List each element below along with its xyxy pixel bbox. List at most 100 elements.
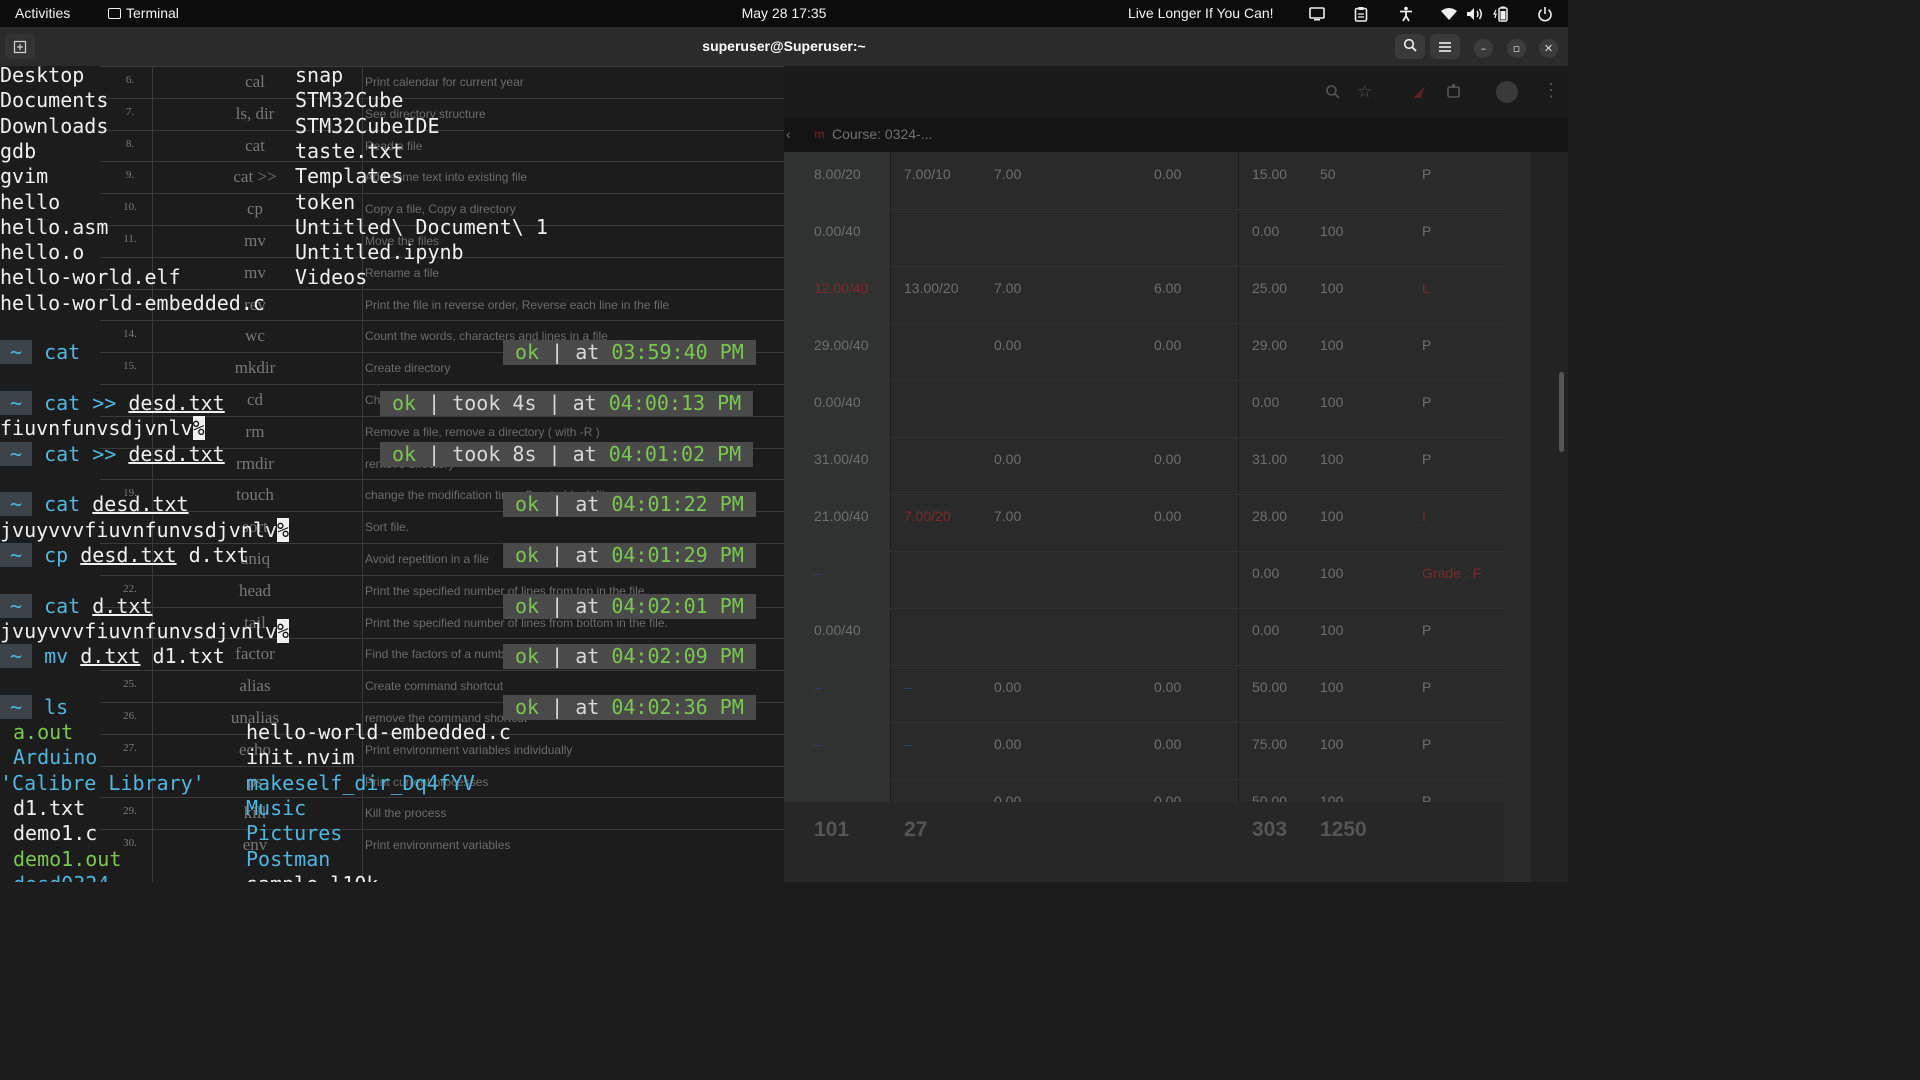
ls-entry: demo1.c xyxy=(13,821,98,846)
status-ok: ok xyxy=(392,442,417,466)
table-cell: 0.00 xyxy=(1154,508,1182,524)
table-cell: 7.00 xyxy=(994,166,1022,182)
table-cell: 100 xyxy=(1320,394,1344,410)
terminal-titlebar: superuser@Superuser:~ – ▫ ✕ xyxy=(0,27,1568,66)
table-cell: P xyxy=(1422,679,1432,695)
status-at: at xyxy=(575,644,612,668)
command: cp xyxy=(44,543,69,567)
command-status: ok | took 8s | at 04:01:02 PM xyxy=(380,442,754,467)
prompt-line: ~ cat xyxy=(0,340,80,365)
command: mv xyxy=(44,644,69,668)
table-cell: Grade : F xyxy=(1422,565,1482,581)
browser-breadcrumb: ‹ m Course: 0324-... xyxy=(784,118,1568,152)
status-at: at xyxy=(575,492,612,516)
table-cell: 50.00 xyxy=(1252,679,1288,695)
accessibility-icon[interactable] xyxy=(1397,5,1415,23)
topbar-motto-extension[interactable]: Live Longer If You Can! xyxy=(1128,5,1274,21)
prompt-tilde: ~ xyxy=(0,442,33,466)
prompt-line: ~ cat >> desd.txt xyxy=(0,391,225,416)
table-cell: 100 xyxy=(1320,337,1344,353)
total-cell: 303 xyxy=(1252,818,1288,841)
ls-entry: Pictures xyxy=(246,821,343,846)
ls-entry: sample_l10k xyxy=(246,872,378,882)
browser-scrollbar[interactable] xyxy=(1559,372,1564,452)
terminal-output[interactable]: Desktop Documents Downloads gdb gvim hello hel… xyxy=(0,66,784,882)
screen-icon[interactable] xyxy=(1308,5,1326,23)
status-sep: | xyxy=(539,543,576,567)
ls-entry: Untitled.ipynb xyxy=(295,240,464,265)
total-cell: 101 xyxy=(814,818,850,841)
table-cell: – xyxy=(904,679,912,695)
table-cell: P xyxy=(1422,166,1432,182)
ls-entry: Documents xyxy=(0,88,109,113)
close-button[interactable]: ✕ xyxy=(1539,39,1558,58)
ls-entry: token xyxy=(295,189,356,214)
grades-table: 8.00/20 7.00/10 7.00 0.00 15.00 50 P 0.00/40 0.0… xyxy=(784,152,1530,882)
maximize-button[interactable]: ▫ xyxy=(1507,39,1526,58)
table-cell: P xyxy=(1422,337,1432,353)
ls-entry: desd0324 xyxy=(13,872,109,882)
table-cell: P xyxy=(1422,451,1432,467)
output-line: jvuyvvvfiuvnfunvsdjvnlv% xyxy=(0,518,289,543)
status-ok: ok xyxy=(515,594,540,618)
browser-toolbar: ☆ ⋮ xyxy=(784,66,1568,118)
table-cell: 7.00/10 xyxy=(904,166,951,182)
table-cell: 31.00 xyxy=(1252,451,1288,467)
status-time: 04:01:02 PM xyxy=(608,442,742,466)
prompt-line: ~ mv d.txt d1.txt xyxy=(0,644,225,669)
browser-window[interactable]: ☆ ⋮ ‹ m Course: 0324-... 8.00/20 7.00/10 7… xyxy=(784,66,1568,882)
course-tab-label[interactable]: Course: 0324-... xyxy=(832,126,932,142)
volume-icon[interactable] xyxy=(1466,5,1484,23)
minimize-button[interactable]: – xyxy=(1474,39,1493,58)
zoom-icon[interactable] xyxy=(1325,84,1341,105)
status-at: at xyxy=(572,391,609,415)
table-cell: 0.00 xyxy=(994,451,1022,467)
command-status: ok | at 04:02:09 PM xyxy=(503,644,756,669)
table-cell: 100 xyxy=(1320,451,1344,467)
table-cell: 0.00 xyxy=(1252,394,1280,410)
table-cell: 0.00/40 xyxy=(814,394,861,410)
table-cell: 12.00/40 xyxy=(814,280,869,296)
status-ok: ok xyxy=(515,340,540,364)
table-cell: P xyxy=(1422,622,1432,638)
profile-avatar-icon[interactable] xyxy=(1496,81,1518,103)
status-sep: | xyxy=(539,492,576,516)
extension-red-icon[interactable] xyxy=(1411,84,1427,105)
clock-label: May 28 17:35 xyxy=(741,5,827,21)
command-status: ok | at 04:01:29 PM xyxy=(503,543,756,568)
status-sep: | xyxy=(416,442,453,466)
command-status: ok | at 04:02:01 PM xyxy=(503,594,756,619)
table-cell: 0.00 xyxy=(994,679,1022,695)
table-cell: 28.00 xyxy=(1252,508,1288,524)
command-arg: desd.txt xyxy=(128,442,225,466)
search-button[interactable] xyxy=(1395,34,1425,59)
table-cell: 7.00/20 xyxy=(904,508,951,524)
command-arg: d1.txt xyxy=(140,644,225,668)
prompt-tilde: ~ xyxy=(0,543,33,567)
clock[interactable]: May 28 17:35 xyxy=(0,5,1568,21)
table-row: 12.00/40 13.00/20 7.00 6.00 25.00 100 L xyxy=(784,266,1504,324)
power-icon[interactable] xyxy=(1536,5,1554,23)
prompt-tilde: ~ xyxy=(0,492,33,516)
status-at: at xyxy=(575,543,612,567)
status-time: 04:01:29 PM xyxy=(611,543,744,567)
extensions-puzzle-icon[interactable] xyxy=(1446,83,1462,104)
kebab-menu-icon[interactable]: ⋮ xyxy=(1542,80,1560,101)
window-title: superuser@Superuser:~ xyxy=(702,38,866,54)
status-sep: | xyxy=(539,594,576,618)
menu-button[interactable] xyxy=(1430,34,1460,59)
battery-icon[interactable] xyxy=(1493,5,1511,23)
wifi-icon[interactable] xyxy=(1440,5,1458,23)
output-text: jvuyvvvfiuvnfunvsdjvnlv xyxy=(0,518,277,542)
ls-entry: gvim xyxy=(0,164,49,189)
table-cell: – xyxy=(904,736,912,752)
restore-icon: ▫ xyxy=(1512,42,1521,55)
no-newline-marker: % xyxy=(276,518,289,542)
ls-entry: init.nvim xyxy=(246,745,355,770)
bookmark-star-icon[interactable]: ☆ xyxy=(1357,82,1372,102)
table-row: – 0.00 100 Grade : F xyxy=(784,551,1504,609)
prompt-tilde: ~ xyxy=(0,695,33,719)
command-arg: d.txt xyxy=(80,644,141,668)
ls-entry: STM32Cube xyxy=(295,88,404,113)
clipboard-icon[interactable] xyxy=(1352,5,1370,23)
